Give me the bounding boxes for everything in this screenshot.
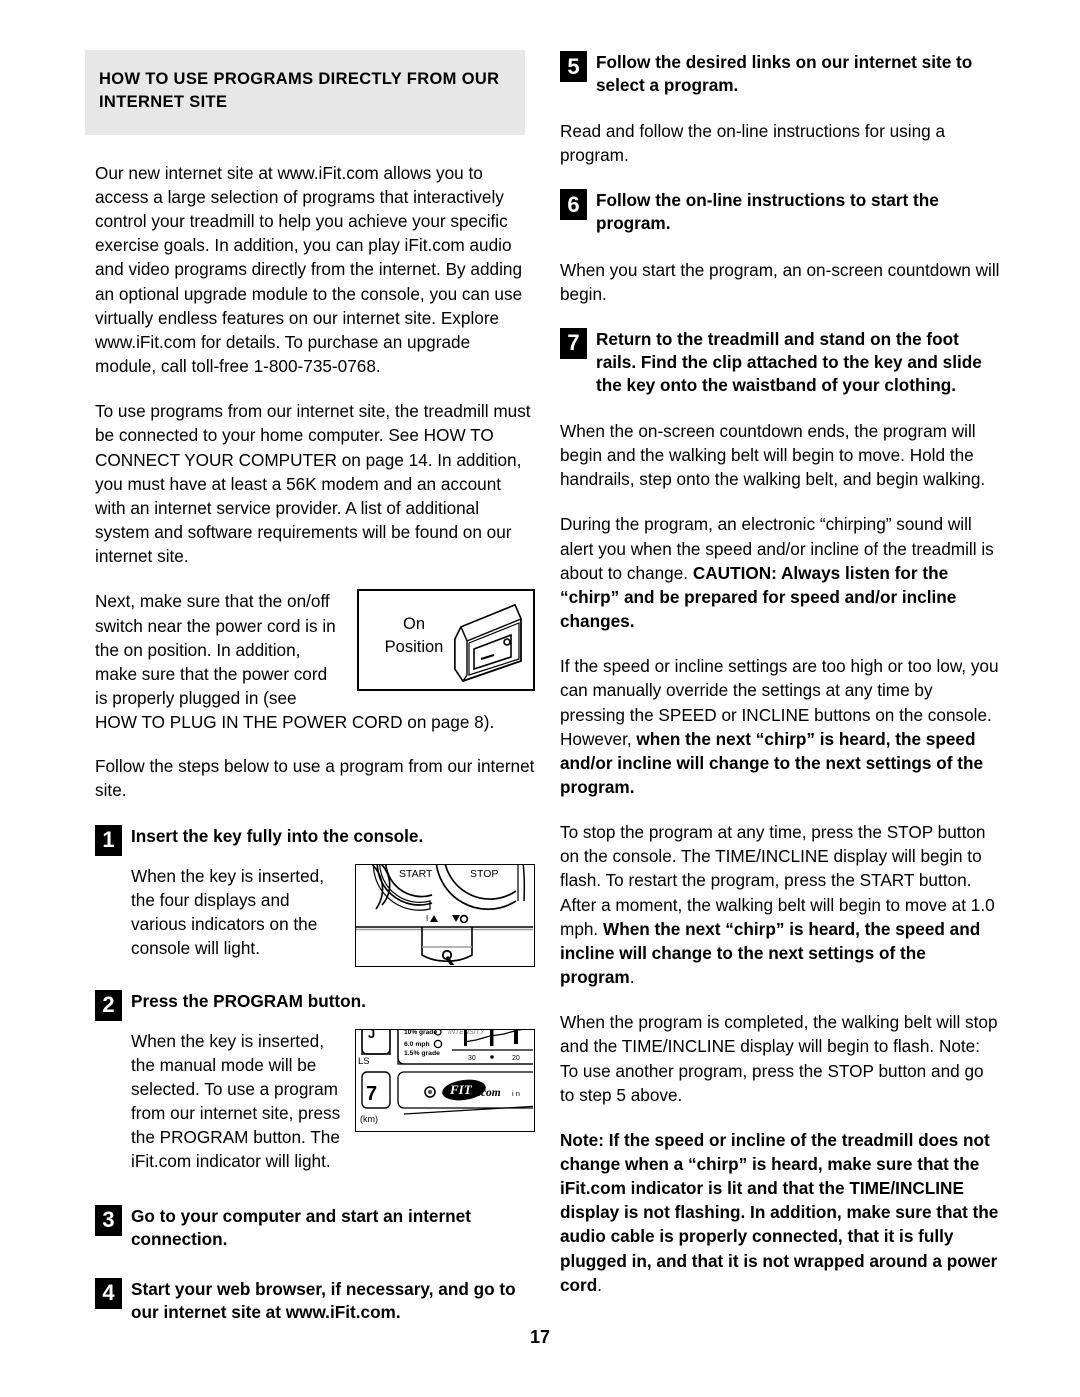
step-5-heading: Follow the desired links on our internet…	[596, 52, 973, 96]
follow-steps-paragraph: Follow the steps below to use a program …	[95, 756, 535, 801]
step-2-body-block: J LS 7 (km) 10% grade INTENSITY 6.0 mph	[131, 1028, 535, 1174]
step-7-heading: Return to the treadmill and stand on the…	[596, 328, 982, 395]
rocker-switch-icon	[454, 604, 522, 683]
step-6-heading: Follow the on-line instructions to start…	[596, 190, 939, 234]
console-ifit-frame: J LS 7 (km) 10% grade INTENSITY 6.0 mph	[355, 1028, 535, 1132]
start-button-label: START	[399, 868, 433, 880]
svg-text:J: J	[368, 1030, 375, 1041]
manual-page: HOW TO USE PROGRAMS DIRECTLY FROM OUR IN…	[0, 0, 1080, 1397]
stop-button-label: STOP	[470, 868, 498, 880]
right-column: 5 Follow the desired links on our intern…	[560, 50, 1000, 1318]
console-start-stop-illustration: START STOP I	[356, 863, 533, 969]
step-2-badge: 2	[95, 989, 122, 1021]
step-1-badge: 1	[95, 824, 122, 856]
step-6: 6 Follow the on-line instructions to sta…	[560, 188, 1000, 235]
page-number: 17	[529, 1327, 551, 1347]
step-7-badge: 7	[560, 327, 587, 359]
ls-label: LS	[358, 1056, 370, 1067]
console-start-stop-frame: START STOP I	[355, 863, 535, 969]
step-1-heading: Insert the key fully into the console.	[131, 825, 424, 846]
ifit-brand-label: i	[444, 1085, 448, 1100]
note-tail: .	[597, 1274, 603, 1295]
completion-paragraph: When the program is completed, the walki…	[560, 1012, 998, 1105]
console-ifit-figure: J LS 7 (km) 10% grade INTENSITY 6.0 mph	[355, 1028, 535, 1132]
step-7: 7 Return to the treadmill and stand on t…	[560, 327, 1000, 397]
switch-frame: On Position	[357, 589, 535, 692]
svg-text:6.0 mph: 6.0 mph	[404, 1041, 430, 1048]
step-6-badge: 6	[560, 189, 587, 221]
step-4-heading: Start your web browser, if necessary, an…	[131, 1278, 516, 1322]
scale-right: 20	[512, 1055, 520, 1062]
on-position-figure: On Position	[357, 589, 535, 692]
step-5: 5 Follow the desired links on our intern…	[560, 50, 1000, 97]
svg-text:.com: .com	[478, 1087, 501, 1099]
step-7-body: When the on-screen countdown ends, the p…	[560, 420, 986, 490]
step-4: 4 Start your web browser, if necessary, …	[95, 1277, 535, 1324]
switch-figure-block: On Position Next, make sure that the on/…	[95, 589, 535, 734]
console-ifit-indicator-illustration: J LS 7 (km) 10% grade INTENSITY 6.0 mph	[358, 1028, 535, 1124]
step-5-body: Read and follow the on-line instructions…	[560, 121, 946, 166]
intro-paragraph-1: Our new internet site at www.iFit.com al…	[95, 162, 523, 377]
step-3-heading: Go to your computer and start an interne…	[131, 1205, 471, 1249]
note-paragraph: Note: If the speed or incline of the tre…	[560, 1128, 1000, 1297]
svg-text:1.5% grade: 1.5% grade	[404, 1050, 440, 1057]
units-label: (km)	[360, 1114, 378, 1124]
svg-text:FIT: FIT	[449, 1082, 473, 1097]
power-switch-paragraph-tail: HOW TO PLUG IN THE POWER CORD on page 8)…	[95, 712, 495, 733]
chirp-caution-paragraph: During the program, an electronic “chirp…	[560, 512, 1000, 633]
step-2: 2 Press the PROGRAM button.	[95, 989, 535, 1021]
svg-text:7: 7	[366, 1083, 377, 1105]
section-header-band: HOW TO USE PROGRAMS DIRECTLY FROM OUR IN…	[85, 50, 525, 135]
step-5-badge: 5	[560, 51, 587, 82]
step-1-body-block: START STOP I When the key is inserted, t…	[131, 863, 535, 973]
step-3-badge: 3	[95, 1204, 122, 1236]
override-paragraph: If the speed or incline settings are too…	[560, 654, 1000, 799]
step-6-body: When you start the program, an on-screen…	[560, 259, 1000, 304]
step-3: 3 Go to your computer and start an inter…	[95, 1204, 535, 1251]
step-4-badge: 4	[95, 1277, 122, 1309]
scale-left: 30	[468, 1055, 476, 1062]
in-label: i n	[512, 1089, 520, 1098]
stop-tail: .	[629, 967, 635, 988]
step-2-heading: Press the PROGRAM button.	[131, 990, 366, 1011]
svg-text:I: I	[426, 914, 428, 923]
stop-bold: When the next “chirp” is heard, the spee…	[560, 918, 981, 988]
console-start-stop-figure: START STOP I	[355, 863, 535, 969]
svg-text:10% grade: 10% grade	[404, 1030, 437, 1036]
note-bold: Note: If the speed or incline of the tre…	[560, 1129, 999, 1295]
stop-paragraph: To stop the program at any time, press t…	[560, 820, 1000, 989]
step-1: 1 Insert the key fully into the console.	[95, 824, 535, 856]
left-column: HOW TO USE PROGRAMS DIRECTLY FROM OUR IN…	[85, 50, 535, 1332]
intro-paragraph-2: To use programs from our internet site, …	[95, 401, 531, 567]
page-title: HOW TO USE PROGRAMS DIRECTLY FROM OUR IN…	[99, 70, 500, 112]
